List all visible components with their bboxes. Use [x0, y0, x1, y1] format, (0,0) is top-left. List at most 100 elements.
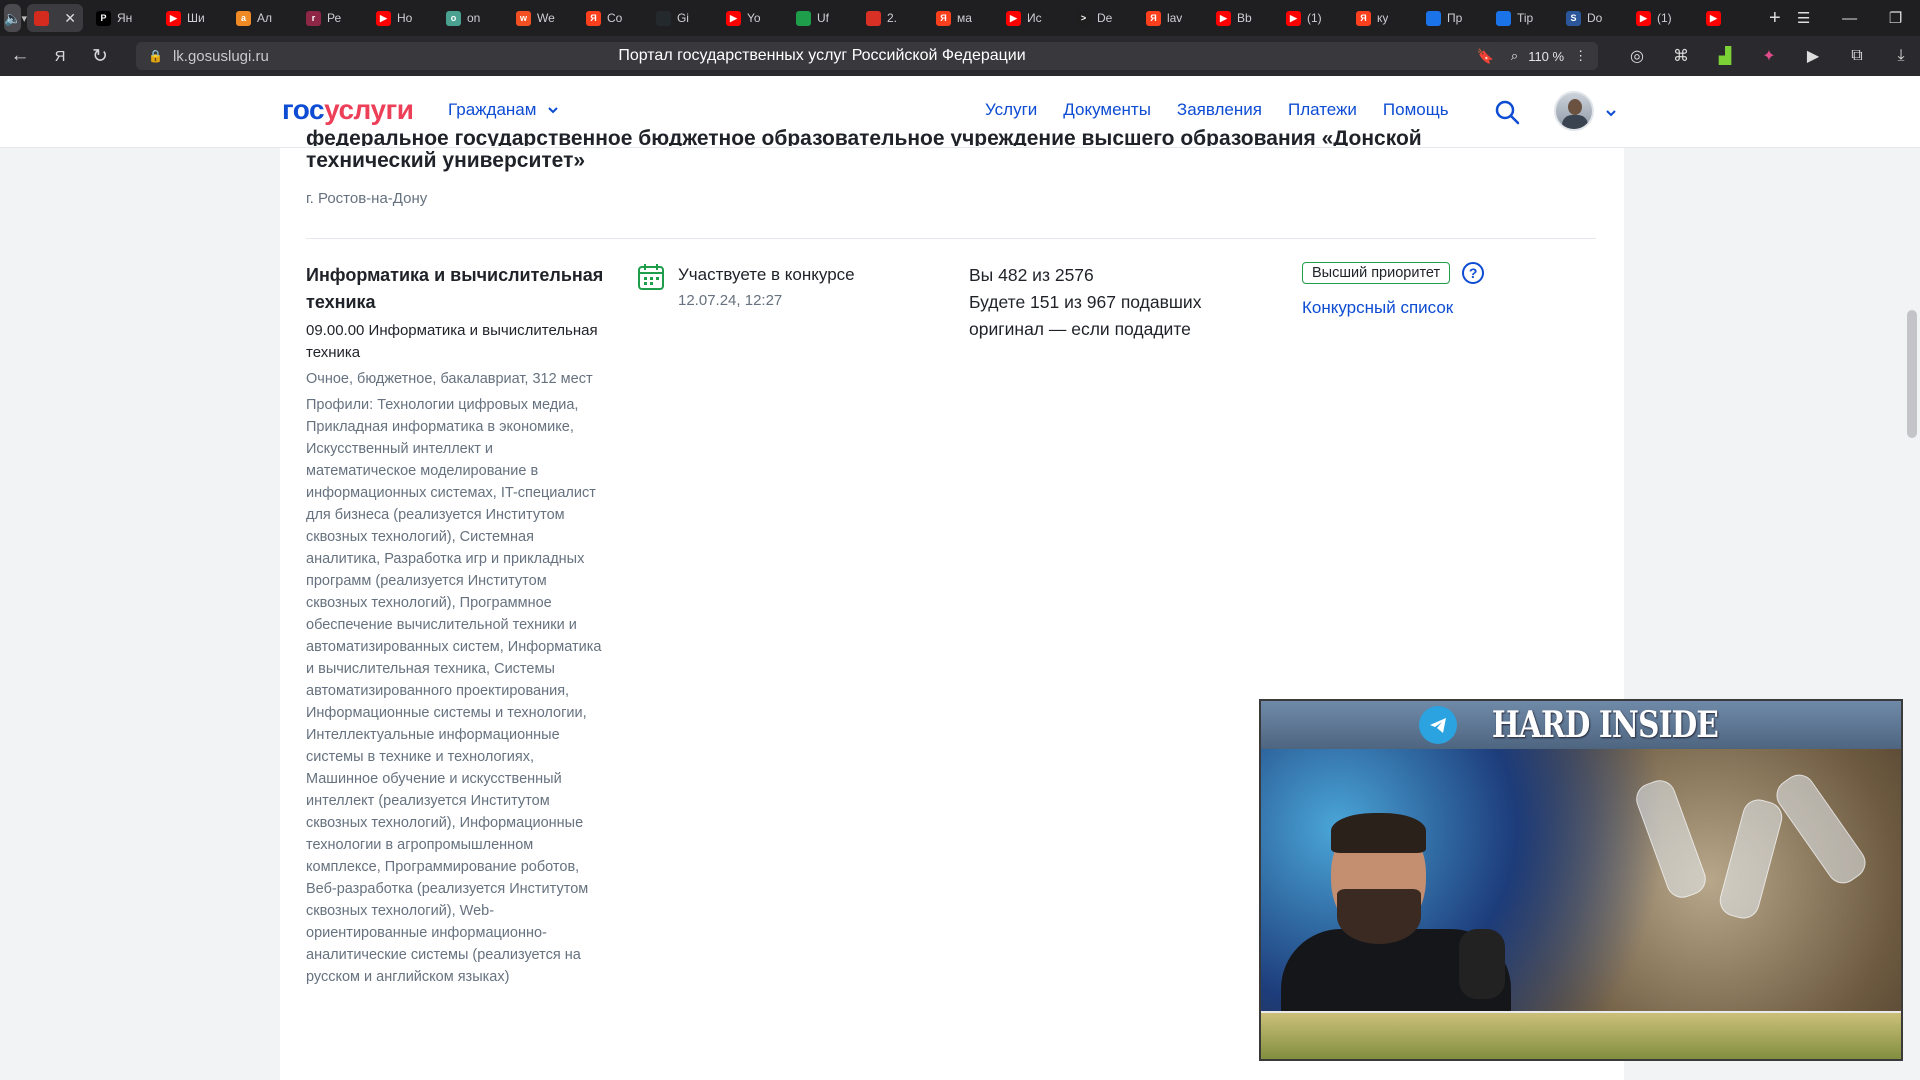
program-profiles: Профили: Технологии цифровых медиа, Прик…: [306, 397, 602, 985]
collections-icon[interactable]: ⧉: [1840, 42, 1874, 70]
scrollbar-thumb[interactable]: [1907, 310, 1917, 438]
browser-tab[interactable]: Tip: [1489, 4, 1553, 32]
browser-tab[interactable]: ▶ Ши: [159, 4, 223, 32]
browser-tab[interactable]: Яку: [1349, 4, 1413, 32]
competition-list-link[interactable]: Конкурсный список: [1302, 298, 1484, 318]
profile-chevron-down-icon[interactable]: [1604, 106, 1618, 120]
tab-title: ма: [956, 11, 972, 25]
citizens-dropdown[interactable]: Гражданам: [448, 100, 560, 120]
tab-title: Ян: [116, 11, 133, 25]
browser-tab[interactable]: ✕: [26, 4, 83, 32]
S-favicon-icon: S: [1565, 10, 1581, 26]
tab-title: Но: [396, 11, 413, 25]
back-icon[interactable]: ←: [0, 36, 40, 76]
browser-tab[interactable]: P Ян: [89, 4, 153, 32]
tab-title: We: [536, 11, 555, 25]
browser-tab-strip: 🔈 ▾ ✕ P Ян ▶ Ши a Ал r Ре ▶ Но o on w We Я Co Gi ▶ Yo Uf 2. Ям…: [0, 0, 1920, 36]
Я-favicon-icon: Я: [935, 10, 951, 26]
Я-favicon-icon: Я: [1355, 10, 1371, 26]
color-extension-icon[interactable]: ✦: [1752, 42, 1786, 70]
tab-list: ✕ P Ян ▶ Ши a Ал r Ре ▶ Но o on w We Я Co Gi ▶ Yo Uf 2. Яма ▶ Ис…: [26, 4, 1769, 32]
browser-tab[interactable]: ▶ Ис: [999, 4, 1063, 32]
tab-title: Tip: [1516, 11, 1534, 25]
youtube-favicon-icon: ▶: [725, 10, 741, 26]
zoom-indicator[interactable]: ⌕ 110 % ⋮: [1500, 42, 1598, 70]
protect-icon[interactable]: ◎: [1620, 42, 1654, 70]
status-text: Участвуете в конкурсе: [678, 265, 855, 284]
help-question-icon[interactable]: ?: [1462, 262, 1485, 284]
nav-help[interactable]: Помощь: [1383, 100, 1449, 120]
browser-tab[interactable]: S Do: [1559, 4, 1623, 32]
browser-tab[interactable]: ▶: [1699, 4, 1763, 32]
tab-title: Ис: [1026, 11, 1042, 25]
nav-applications[interactable]: Заявления: [1177, 100, 1262, 120]
tab-title: Co: [606, 11, 623, 25]
browser-tab[interactable]: ▶ Yo: [719, 4, 783, 32]
browser-tab[interactable]: Яlav: [1139, 4, 1203, 32]
nav-payments[interactable]: Платежи: [1288, 100, 1357, 120]
new-tab-button[interactable]: +: [1769, 4, 1781, 32]
search-icon[interactable]: [1493, 98, 1521, 126]
browser-tab[interactable]: w We: [509, 4, 573, 32]
tab-close-icon[interactable]: ✕: [64, 10, 76, 27]
url-field[interactable]: 🔒 lk.gosuslugi.ru Портал государственных…: [136, 42, 1508, 70]
chevron-down-icon: [548, 107, 559, 114]
tab-title: Ши: [186, 11, 205, 25]
extension-puzzle-icon[interactable]: ⌘: [1664, 42, 1698, 70]
stats-extension-icon[interactable]: ▟: [1708, 42, 1742, 70]
university-name-line2: технический университет»: [306, 149, 586, 172]
tab-title: Yo: [746, 11, 761, 25]
youtube-favicon-icon: ▶: [375, 10, 391, 26]
browser-tab[interactable]: 2.: [859, 4, 923, 32]
logo-part-gos: гос: [282, 94, 325, 125]
browser-tab[interactable]: > De: [1069, 4, 1133, 32]
browser-tab[interactable]: Gi: [649, 4, 713, 32]
browser-tab[interactable]: o on: [439, 4, 503, 32]
university-name: федеральное государственное бюджетное об…: [306, 124, 1596, 184]
reload-icon[interactable]: ↻: [80, 36, 120, 76]
browser-tab[interactable]: Пр: [1419, 4, 1483, 32]
browser-tab[interactable]: Яма: [929, 4, 993, 32]
program-name: Информатика и вычислительная техника: [306, 265, 604, 312]
calendar-icon: [638, 264, 664, 290]
rank-original-position: Будете 151 из 967 подавших оригинал — ес…: [969, 292, 1202, 339]
a-favicon-icon: a: [235, 10, 251, 26]
tab-title: De: [1096, 11, 1113, 25]
r-favicon-icon: r: [305, 10, 321, 26]
gosuslugi-logo[interactable]: госуслуги: [282, 94, 414, 126]
browser-tab[interactable]: a Ал: [229, 4, 293, 32]
browser-tab[interactable]: Я Co: [579, 4, 643, 32]
tab-title: on: [466, 11, 481, 25]
picture-in-picture-video[interactable]: HARD INSIDE: [1259, 699, 1903, 1061]
top-navigation: Услуги Документы Заявления Платежи Помощ…: [985, 100, 1449, 120]
P-favicon-icon: P: [95, 10, 111, 26]
video-extension-icon[interactable]: ▶: [1796, 42, 1830, 70]
browser-tab[interactable]: ▶ Bb: [1209, 4, 1273, 32]
extensions-bar: ◎ ⌘ ▟ ✦ ▶ ⧉ ⤓: [1620, 36, 1918, 76]
program-code: 09.00.00 Информатика и вычислительная те…: [306, 322, 598, 361]
tab-audio-button[interactable]: 🔈: [4, 4, 22, 32]
page-scrollbar[interactable]: [1904, 148, 1920, 1080]
yandex-home-icon[interactable]: Я: [40, 36, 80, 76]
nav-services[interactable]: Услуги: [985, 100, 1037, 120]
speaker-icon: 🔈: [4, 9, 22, 26]
tab-title: lav: [1166, 11, 1183, 25]
restore-icon[interactable]: ❐: [1873, 0, 1919, 36]
bookmark-icon[interactable]: 🔖: [1477, 48, 1494, 65]
browser-menu-icon[interactable]: ☰: [1781, 0, 1827, 36]
browser-tab[interactable]: Uf: [789, 4, 853, 32]
university-name-line1: федеральное государственное бюджетное об…: [306, 127, 1422, 146]
tab-title: (1): [1656, 11, 1672, 25]
video-bottle-shape: [1631, 775, 1711, 903]
nav-documents[interactable]: Документы: [1063, 100, 1151, 120]
more-icon: ⋮: [1574, 48, 1588, 63]
browser-tab[interactable]: r Ре: [299, 4, 363, 32]
browser-tab[interactable]: ▶ (1): [1629, 4, 1693, 32]
citizens-label: Гражданам: [448, 100, 537, 119]
video-banner: HARD INSIDE: [1261, 701, 1901, 749]
minimize-icon[interactable]: —: [1827, 0, 1873, 36]
download-icon[interactable]: ⤓: [1884, 42, 1918, 70]
browser-tab[interactable]: ▶ (1): [1279, 4, 1343, 32]
>-favicon-icon: >: [1075, 10, 1091, 26]
browser-tab[interactable]: ▶ Но: [369, 4, 433, 32]
